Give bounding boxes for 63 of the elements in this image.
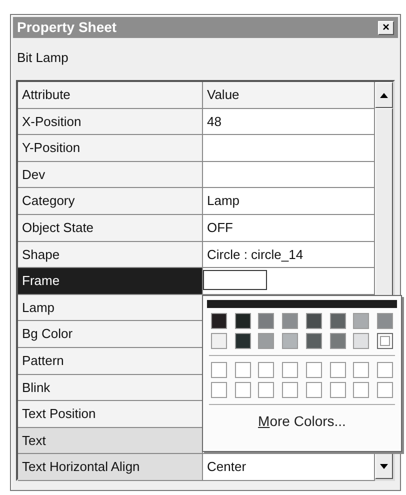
- custom-color-swatch[interactable]: [377, 382, 394, 398]
- custom-color-swatch[interactable]: [210, 362, 227, 378]
- custom-color-swatch[interactable]: [258, 382, 274, 398]
- color-swatch[interactable]: [377, 333, 394, 349]
- color-swatch[interactable]: [330, 333, 346, 349]
- value-cell: Lamp: [203, 188, 375, 215]
- attribute-cell[interactable]: Bg Color: [18, 321, 203, 348]
- value-cell: Center: [203, 454, 375, 481]
- color-swatch[interactable]: [234, 333, 251, 349]
- custom-color-swatch[interactable]: [234, 382, 251, 398]
- attribute-cell[interactable]: Blink: [18, 374, 203, 402]
- scroll-up-button[interactable]: [375, 82, 393, 108]
- attribute-cell[interactable]: Text Position: [18, 401, 203, 428]
- color-swatch[interactable]: [210, 313, 227, 329]
- attribute-cell[interactable]: Category: [18, 188, 203, 215]
- close-button[interactable]: ×: [378, 20, 394, 34]
- color-swatch[interactable]: [258, 333, 274, 349]
- column-header: Value: [203, 82, 375, 109]
- custom-color-swatch[interactable]: [234, 362, 251, 378]
- attribute-cell[interactable]: Lamp: [18, 294, 203, 322]
- custom-color-swatch[interactable]: [377, 362, 394, 378]
- attribute-cell[interactable]: Frame: [18, 268, 203, 295]
- value-cell: OFF: [203, 214, 375, 242]
- color-swatch[interactable]: [306, 313, 322, 329]
- custom-color-swatch[interactable]: [330, 382, 346, 398]
- color-swatch[interactable]: [282, 313, 298, 329]
- attribute-cell[interactable]: Shape: [18, 242, 203, 268]
- attribute-cell[interactable]: Dev: [18, 162, 203, 188]
- color-swatch[interactable]: [258, 313, 274, 329]
- custom-color-swatch[interactable]: [282, 382, 298, 398]
- color-swatch[interactable]: [377, 313, 394, 329]
- dropdown-button[interactable]: [375, 453, 393, 479]
- color-swatch[interactable]: [203, 270, 267, 290]
- attribute-cell[interactable]: X-Position: [18, 108, 203, 136]
- custom-color-swatch[interactable]: [353, 382, 370, 398]
- window-title: Property Sheet: [17, 18, 117, 37]
- down-arrow-icon: [380, 464, 388, 468]
- color-swatch[interactable]: [353, 333, 370, 349]
- more-colors-button[interactable]: More Colors...: [254, 411, 350, 432]
- scroll-thumb[interactable]: [375, 108, 393, 298]
- column-header: Attribute: [18, 82, 203, 109]
- value-cell: 48: [203, 108, 375, 136]
- color-swatch[interactable]: [353, 313, 370, 329]
- custom-color-swatch[interactable]: [306, 362, 322, 378]
- color-swatch[interactable]: [210, 333, 227, 349]
- object-label: Bit Lamp: [17, 50, 68, 65]
- color-swatch[interactable]: [306, 333, 322, 349]
- color-swatch[interactable]: [234, 313, 251, 329]
- custom-color-swatch[interactable]: [282, 362, 298, 378]
- custom-color-swatch[interactable]: [353, 362, 370, 378]
- value-cell: Circle : circle_14: [203, 242, 375, 268]
- up-arrow-icon: [380, 92, 388, 98]
- color-swatch[interactable]: [282, 333, 298, 349]
- attribute-cell[interactable]: Pattern: [18, 348, 203, 375]
- attribute-cell[interactable]: Text: [18, 428, 203, 454]
- custom-color-swatch[interactable]: [306, 382, 322, 398]
- custom-color-swatch[interactable]: [210, 382, 227, 398]
- attribute-cell[interactable]: Y-Position: [18, 135, 203, 162]
- attribute-cell[interactable]: Text Horizontal Align: [18, 454, 203, 481]
- attribute-cell[interactable]: Object State: [18, 214, 203, 242]
- custom-color-swatch[interactable]: [258, 362, 274, 378]
- custom-color-swatch[interactable]: [330, 362, 346, 378]
- color-swatch[interactable]: [330, 313, 346, 329]
